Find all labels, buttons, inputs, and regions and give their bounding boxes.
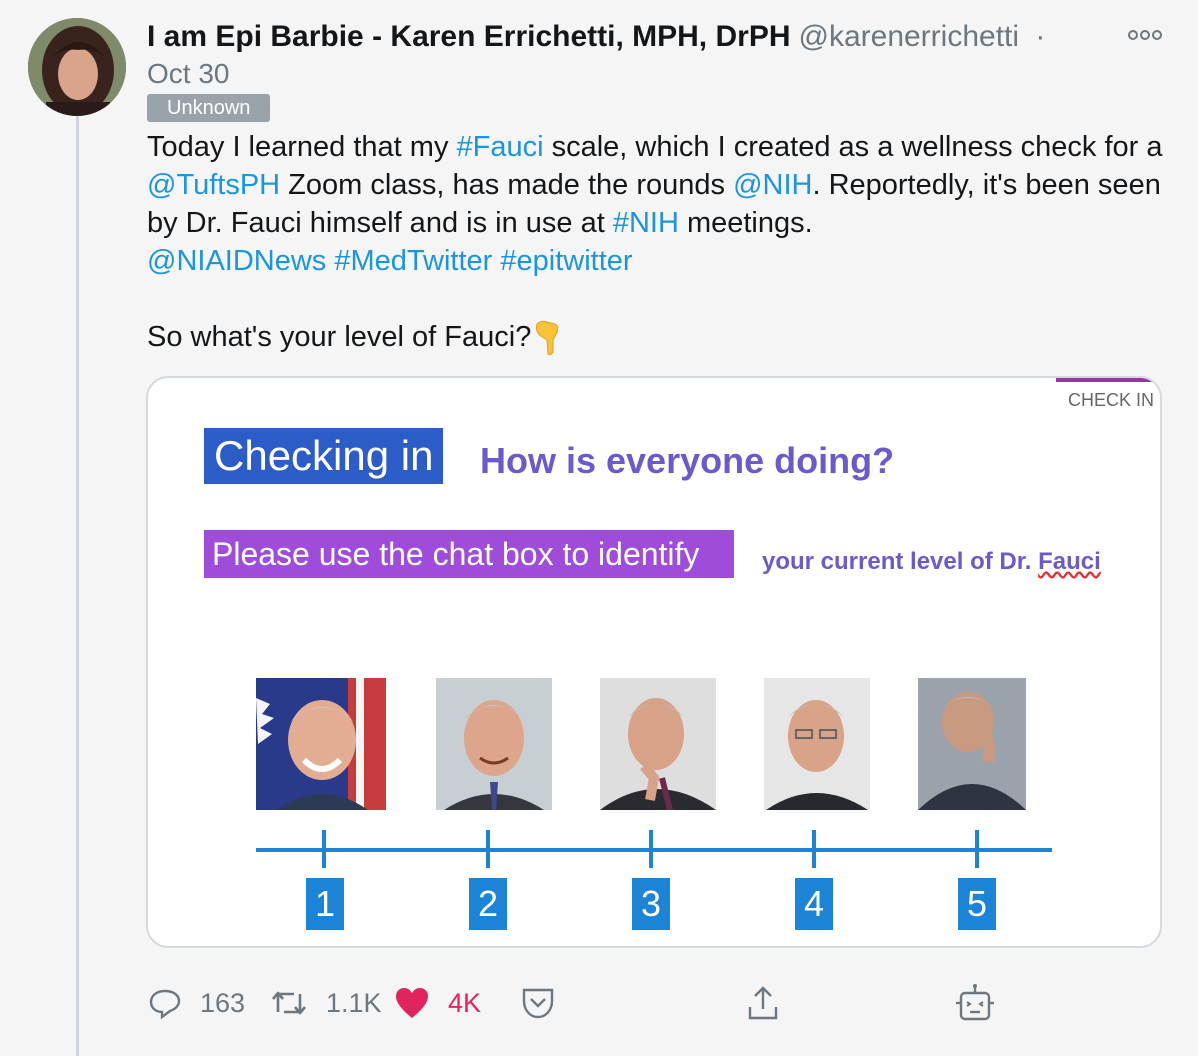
card-top-accent bbox=[1056, 378, 1156, 382]
tweet-hashtag-line: @NIAIDNews #MedTwitter #epitwitter bbox=[147, 242, 1177, 280]
tweet-text-segment: Today I learned that my bbox=[147, 131, 457, 163]
more-icon[interactable] bbox=[1128, 26, 1162, 47]
tweet-text-segment: Zoom class, has made the rounds bbox=[280, 169, 734, 201]
fauci-level-5-photo bbox=[918, 678, 1026, 810]
tweet-actions: 163 1.1K 4K bbox=[148, 980, 1188, 1030]
scale-number-4: 4 bbox=[795, 878, 833, 930]
tweet-link[interactable]: #NIH bbox=[613, 207, 679, 239]
reply-button[interactable]: 163 bbox=[148, 980, 245, 1026]
level-name: Fauci bbox=[1038, 548, 1101, 575]
fauci-level-4-photo bbox=[764, 678, 870, 810]
author-name[interactable]: I am Epi Barbie - Karen Errichetti, MPH,… bbox=[147, 20, 791, 53]
scale-number-1: 1 bbox=[306, 878, 344, 930]
bot-button[interactable] bbox=[954, 980, 996, 1026]
tweet-link[interactable]: @NIH bbox=[733, 169, 812, 201]
tweet-text-segment: meetings. bbox=[678, 207, 813, 239]
share-icon bbox=[748, 986, 778, 1020]
save-button[interactable] bbox=[520, 980, 556, 1026]
tweet-link[interactable]: @TuftsPH bbox=[147, 169, 280, 201]
author-handle[interactable]: @karenerrichetti bbox=[799, 20, 1020, 53]
tweet-date[interactable]: Oct 30 bbox=[147, 56, 1047, 92]
tweet-paragraph: Today I learned that my #Fauci scale, wh… bbox=[147, 128, 1177, 242]
heart-icon bbox=[396, 988, 428, 1018]
author-row: I am Epi Barbie - Karen Errichetti, MPH,… bbox=[147, 18, 1047, 56]
fauci-level-3-photo bbox=[600, 678, 716, 810]
retweet-button[interactable]: 1.1K bbox=[270, 980, 382, 1026]
check-in-label: CHECK IN bbox=[1067, 390, 1154, 410]
tweet-body: Today I learned that my #Fauci scale, wh… bbox=[147, 128, 1177, 356]
tweet-link[interactable]: #Fauci bbox=[457, 131, 544, 163]
hashtag-epitwitter[interactable]: #epitwitter bbox=[500, 245, 632, 277]
fauci-level-2-photo bbox=[436, 678, 552, 810]
avatar-photo bbox=[28, 18, 126, 116]
reply-count: 163 bbox=[200, 987, 246, 1018]
media-card[interactable]: CHECK IN Checking in How is everyone doi… bbox=[146, 376, 1162, 948]
level-prefix: your current level of Dr. bbox=[762, 548, 1039, 575]
mention-niaidnews[interactable]: @NIAIDNews bbox=[147, 245, 326, 277]
fauci-level-1-photo bbox=[256, 678, 386, 810]
scale-axis bbox=[256, 830, 1052, 868]
pointing-down-icon bbox=[531, 318, 563, 356]
separator-dot: · bbox=[1035, 20, 1046, 53]
thread-line bbox=[76, 116, 79, 1056]
like-button[interactable]: 4K bbox=[394, 980, 481, 1026]
share-button[interactable] bbox=[746, 980, 780, 1026]
tweet-header: I am Epi Barbie - Karen Errichetti, MPH,… bbox=[147, 18, 1047, 122]
hashtag-medtwitter[interactable]: #MedTwitter bbox=[334, 245, 492, 277]
slide-question: How is everyone doing? bbox=[480, 440, 895, 481]
avatar[interactable] bbox=[28, 18, 126, 116]
tweet-text-segment: scale, which I created as a wellness che… bbox=[543, 131, 1163, 163]
closing-text: So what's your level of Fauci? bbox=[147, 321, 532, 353]
retweet-icon bbox=[272, 991, 306, 1015]
pocket-icon bbox=[522, 988, 554, 1019]
tweet-closing: So what's your level of Fauci? bbox=[147, 318, 1177, 356]
slide-instruction: Please use the chat box to identify bbox=[204, 530, 734, 578]
retweet-count: 1.1K bbox=[326, 987, 382, 1018]
like-count: 4K bbox=[448, 987, 482, 1018]
reply-icon bbox=[149, 989, 181, 1020]
slide-title: Checking in bbox=[204, 428, 444, 484]
scale-number-5: 5 bbox=[958, 878, 996, 930]
scale-number-3: 3 bbox=[632, 878, 670, 930]
unknown-badge: Unknown bbox=[147, 94, 271, 122]
robot-icon bbox=[956, 984, 994, 1021]
scale-number-2: 2 bbox=[469, 878, 507, 930]
slide-level-text: your current level of Dr. Fauci bbox=[762, 548, 1101, 576]
